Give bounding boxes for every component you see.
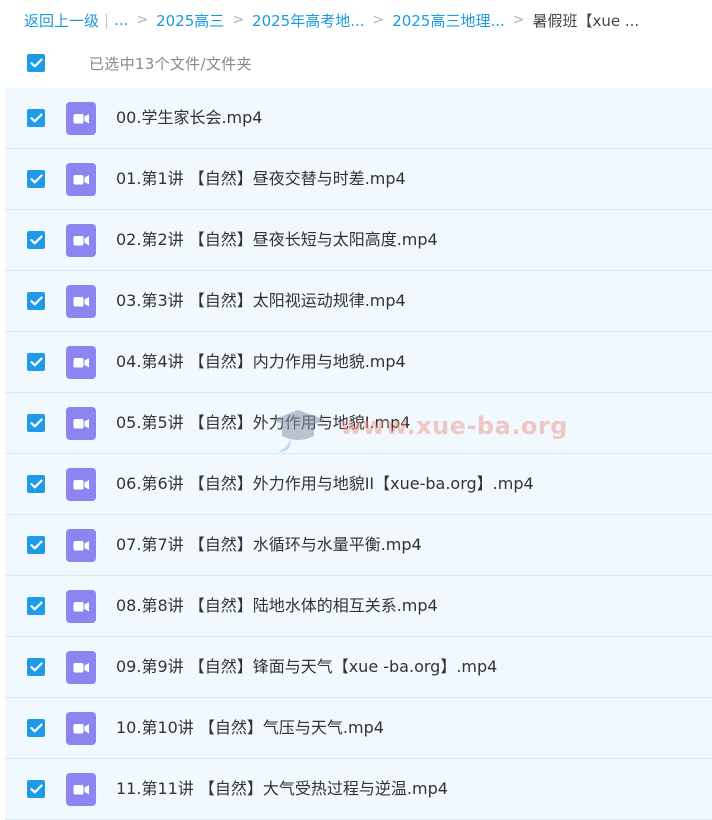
file-checkbox[interactable] (27, 719, 45, 737)
checkmark-icon (29, 479, 43, 489)
file-checkbox[interactable] (27, 353, 45, 371)
checkmark-icon (29, 540, 43, 550)
file-name[interactable]: 00.学生家长会.mp4 (116, 88, 262, 148)
file-name[interactable]: 10.第10讲 【自然】气压与天气.mp4 (116, 698, 384, 758)
chevron-right-icon: > (512, 12, 525, 28)
checkmark-icon (29, 784, 43, 794)
checkmark-icon (29, 58, 43, 68)
file-name[interactable]: 09.第9讲 【自然】锋面与天气【xue -ba.org】.mp4 (116, 637, 497, 697)
file-name[interactable]: 02.第2讲 【自然】昼夜长短与太阳高度.mp4 (116, 210, 438, 270)
file-row[interactable]: 01.第1讲 【自然】昼夜交替与时差.mp4 (5, 149, 712, 210)
checkmark-icon (29, 418, 43, 428)
file-checkbox[interactable] (27, 292, 45, 310)
back-link[interactable]: 返回上一级 (24, 10, 99, 31)
file-checkbox[interactable] (27, 780, 45, 798)
video-icon (66, 224, 96, 257)
video-icon (66, 651, 96, 684)
file-checkbox[interactable] (27, 414, 45, 432)
file-name[interactable]: 06.第6讲 【自然】外力作用与地貌II【xue-ba.org】.mp4 (116, 454, 534, 514)
file-row[interactable]: 10.第10讲 【自然】气压与天气.mp4 (5, 698, 712, 759)
file-checkbox[interactable] (27, 536, 45, 554)
checkmark-icon (29, 357, 43, 367)
select-all-checkbox[interactable] (27, 54, 45, 72)
breadcrumb-item[interactable]: 2025年高考地... (252, 10, 364, 31)
video-icon (66, 773, 96, 806)
chevron-right-icon: > (232, 12, 245, 28)
checkmark-icon (29, 601, 43, 611)
breadcrumb-item[interactable]: 2025高三 (156, 10, 224, 31)
file-checkbox[interactable] (27, 597, 45, 615)
file-checkbox[interactable] (27, 231, 45, 249)
video-icon (66, 468, 96, 501)
file-list: 00.学生家长会.mp4 01.第1讲 【自然】昼夜交替与时差.mp4 02.第… (5, 88, 712, 820)
file-row[interactable]: 05.第5讲 【自然】外力作用与地貌I.mp4 (5, 393, 712, 454)
breadcrumb-ellipsis[interactable]: ... (114, 11, 128, 29)
chevron-right-icon: > (136, 12, 149, 28)
file-row[interactable]: 08.第8讲 【自然】陆地水体的相互关系.mp4 (5, 576, 712, 637)
file-row[interactable]: 04.第4讲 【自然】内力作用与地貌.mp4 (5, 332, 712, 393)
breadcrumb: 返回上一级 | ... > 2025高三 > 2025年高考地... > 202… (24, 0, 704, 40)
checkmark-icon (29, 723, 43, 733)
file-row[interactable]: 03.第3讲 【自然】太阳视运动规律.mp4 (5, 271, 712, 332)
checkmark-icon (29, 113, 43, 123)
file-checkbox[interactable] (27, 109, 45, 127)
file-name[interactable]: 05.第5讲 【自然】外力作用与地貌I.mp4 (116, 393, 410, 453)
checkmark-icon (29, 296, 43, 306)
selection-count: 已选中13个文件/文件夹 (89, 54, 252, 73)
file-name[interactable]: 01.第1讲 【自然】昼夜交替与时差.mp4 (116, 149, 406, 209)
breadcrumb-item[interactable]: 2025高三地理... (392, 10, 504, 31)
video-icon (66, 712, 96, 745)
video-icon (66, 529, 96, 562)
selection-bar: 已选中13个文件/文件夹 (0, 40, 712, 86)
file-row[interactable]: 11.第11讲 【自然】大气受热过程与逆温.mp4 (5, 759, 712, 820)
video-icon (66, 285, 96, 318)
file-row[interactable]: 02.第2讲 【自然】昼夜长短与太阳高度.mp4 (5, 210, 712, 271)
file-name[interactable]: 11.第11讲 【自然】大气受热过程与逆温.mp4 (116, 759, 448, 819)
video-icon (66, 163, 96, 196)
checkmark-icon (29, 174, 43, 184)
file-name[interactable]: 03.第3讲 【自然】太阳视运动规律.mp4 (116, 271, 406, 331)
file-name[interactable]: 08.第8讲 【自然】陆地水体的相互关系.mp4 (116, 576, 438, 636)
file-checkbox[interactable] (27, 475, 45, 493)
breadcrumb-current: 暑假班【xue ... (532, 11, 640, 30)
video-icon (66, 590, 96, 623)
checkmark-icon (29, 235, 43, 245)
file-name[interactable]: 07.第7讲 【自然】水循环与水量平衡.mp4 (116, 515, 422, 575)
file-name[interactable]: 04.第4讲 【自然】内力作用与地貌.mp4 (116, 332, 406, 392)
breadcrumb-separator: | (104, 11, 110, 29)
file-row[interactable]: 09.第9讲 【自然】锋面与天气【xue -ba.org】.mp4 (5, 637, 712, 698)
chevron-right-icon: > (372, 12, 385, 28)
file-row[interactable]: 06.第6讲 【自然】外力作用与地貌II【xue-ba.org】.mp4 (5, 454, 712, 515)
file-checkbox[interactable] (27, 170, 45, 188)
file-row[interactable]: 00.学生家长会.mp4 (5, 88, 712, 149)
video-icon (66, 102, 96, 135)
file-row[interactable]: 07.第7讲 【自然】水循环与水量平衡.mp4 (5, 515, 712, 576)
video-icon (66, 346, 96, 379)
checkmark-icon (29, 662, 43, 672)
file-checkbox[interactable] (27, 658, 45, 676)
video-icon (66, 407, 96, 440)
